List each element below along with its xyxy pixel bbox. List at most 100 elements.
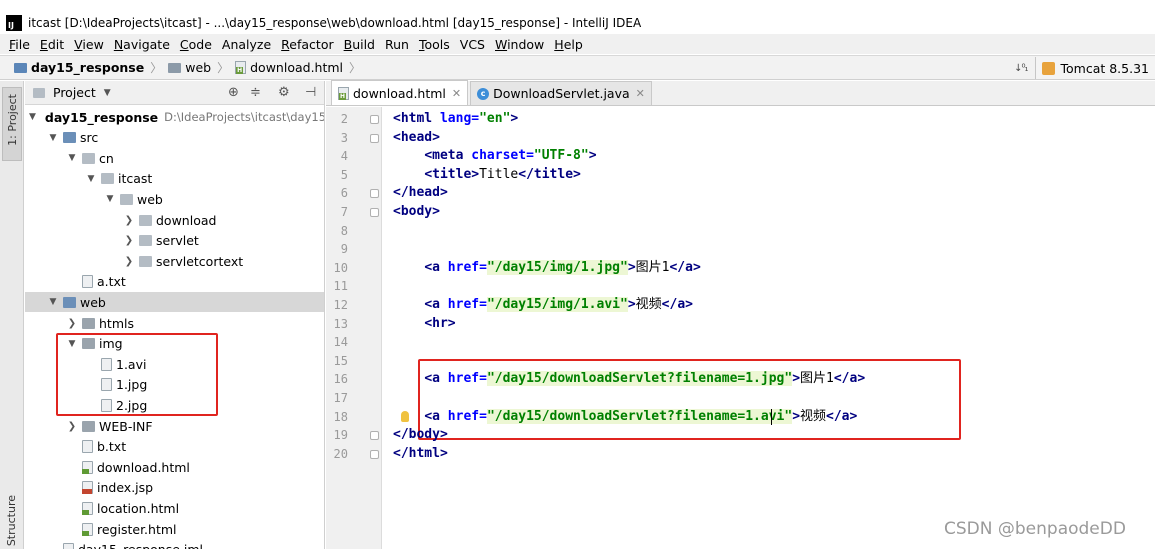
- html-icon: [82, 501, 93, 515]
- tree-item[interactable]: ❯ servletcortext: [25, 251, 324, 271]
- tree-item[interactable]: ❯ htmls: [25, 313, 324, 333]
- file-icon: [82, 275, 93, 289]
- html-file-icon: [338, 86, 349, 100]
- tree-item[interactable]: ▼ src: [25, 128, 324, 148]
- editor-tab-label: download.html: [353, 85, 446, 101]
- tree-item-label: download.html: [97, 459, 190, 475]
- menu-tools[interactable]: Tools: [414, 37, 455, 52]
- fold-marker-icon[interactable]: [370, 189, 379, 199]
- tree-item-label: day15_response: [44, 109, 159, 125]
- tree-item-label: day15_response.iml: [78, 542, 203, 549]
- tree-item-label: cn: [99, 150, 114, 166]
- breadcrumb-web[interactable]: web: [168, 60, 211, 75]
- chevron-right-icon[interactable]: ❯: [124, 235, 134, 246]
- tree-item[interactable]: ▼ itcast: [25, 169, 324, 189]
- fold-marker-icon[interactable]: [370, 431, 379, 441]
- structure-tool-tab[interactable]: Structure: [2, 491, 22, 549]
- project-panel-header: Project ▼ ⊕ ≑ ⚙ ⊣: [25, 81, 324, 105]
- chevron-right-icon[interactable]: ❯: [67, 318, 77, 329]
- navigation-bar: day15_response 〉 web 〉 download.html 〉 ↓…: [0, 55, 1155, 80]
- tree-item[interactable]: ▼ web: [25, 189, 324, 209]
- menu-build[interactable]: Build: [339, 37, 380, 52]
- code-line: <body>: [393, 204, 440, 219]
- chevron-down-icon[interactable]: ▼: [48, 133, 58, 143]
- src-icon: [63, 132, 76, 144]
- code-line: <html lang="en">: [393, 111, 519, 126]
- jsp-icon: [82, 481, 93, 495]
- run-config-label: Tomcat 8.5.31: [1060, 60, 1149, 76]
- tree-item[interactable]: b.txt: [25, 437, 324, 457]
- menu-run[interactable]: Run: [380, 37, 414, 52]
- line-number: 13: [333, 316, 348, 331]
- tree-item[interactable]: ❯ servlet: [25, 231, 324, 251]
- fold-marker-icon[interactable]: [370, 133, 379, 143]
- close-icon[interactable]: ✕: [452, 87, 461, 100]
- tree-item-label: WEB-INF: [99, 418, 153, 434]
- java-class-icon: c: [477, 87, 490, 100]
- sort-icon[interactable]: ↓⁰₁: [1014, 63, 1028, 74]
- chevron-down-icon[interactable]: ▼: [86, 174, 96, 184]
- chevron-right-icon[interactable]: ❯: [124, 215, 134, 226]
- tree-item[interactable]: index.jsp: [25, 478, 324, 498]
- intention-bulb-icon[interactable]: [401, 410, 409, 422]
- line-number: 3: [340, 130, 348, 145]
- line-number: 12: [333, 298, 348, 312]
- menu-navigate[interactable]: Navigate: [109, 37, 175, 52]
- tree-item[interactable]: day15_response.iml: [25, 540, 324, 549]
- tree-item[interactable]: location.html: [25, 498, 324, 518]
- file-icon: [82, 440, 93, 454]
- run-config-selector[interactable]: Tomcat 8.5.31: [1035, 57, 1155, 79]
- chevron-right-icon[interactable]: ❯: [67, 421, 77, 432]
- menu-window[interactable]: Window: [490, 37, 549, 52]
- code-editor[interactable]: <html lang="en"> <head> <meta charset="UT…: [383, 107, 1155, 549]
- tree-item[interactable]: ▼ day15_response D:\IdeaProjects\itcast\da…: [25, 107, 324, 127]
- menu-code[interactable]: Code: [175, 37, 217, 52]
- pkg-icon: [139, 214, 152, 226]
- breadcrumb-file[interactable]: download.html: [235, 60, 343, 75]
- line-number: 20: [333, 446, 348, 461]
- editor-tab[interactable]: download.html ✕: [331, 80, 469, 105]
- chevron-down-icon[interactable]: ▼: [104, 88, 111, 98]
- chevron-down-icon[interactable]: ▼: [105, 194, 115, 204]
- folder-icon: [82, 420, 95, 432]
- left-tool-strip: 1: Project Structure: [0, 81, 24, 549]
- window-title: itcast [D:\IdeaProjects\itcast] - ...\da…: [28, 16, 642, 30]
- tree-item-label: src: [80, 130, 99, 146]
- chevron-right-icon: 〉: [150, 61, 163, 75]
- tree-item[interactable]: register.html: [25, 519, 324, 539]
- fold-marker-icon[interactable]: [370, 208, 379, 217]
- locate-target-icon[interactable]: ⊕: [228, 85, 239, 100]
- chevron-down-icon[interactable]: ▼: [48, 297, 58, 307]
- chevron-right-icon[interactable]: ❯: [124, 256, 134, 267]
- tree-item[interactable]: a.txt: [25, 272, 324, 292]
- project-view-selector[interactable]: Project: [53, 85, 96, 100]
- menu-file[interactable]: File: [4, 37, 35, 52]
- tree-item-label: htmls: [99, 315, 134, 331]
- chevron-down-icon[interactable]: ▼: [29, 112, 36, 122]
- gear-icon[interactable]: ⚙: [278, 85, 290, 100]
- menu-help[interactable]: Help: [549, 37, 588, 52]
- menu-view[interactable]: View: [69, 37, 109, 52]
- watermark: CSDN @benpaodeDD: [944, 519, 1126, 539]
- collapse-all-icon[interactable]: ≑: [250, 85, 261, 100]
- fold-marker-icon[interactable]: [370, 115, 379, 124]
- chevron-right-icon: 〉: [349, 61, 362, 75]
- tree-item[interactable]: ▼ cn: [25, 148, 324, 168]
- chevron-down-icon[interactable]: ▼: [67, 153, 77, 163]
- tree-item[interactable]: ❯ WEB-INF: [25, 416, 324, 436]
- breadcrumb-project[interactable]: day15_response: [14, 60, 144, 75]
- menu-refactor[interactable]: Refactor: [276, 37, 338, 52]
- hide-panel-icon[interactable]: ⊣: [305, 85, 316, 100]
- fold-marker-icon[interactable]: [370, 449, 379, 459]
- tree-item[interactable]: ❯ download: [25, 210, 324, 230]
- menu-analyze[interactable]: Analyze: [217, 37, 276, 52]
- code-line: <a href="/day15/img/1.jpg">图片1</a>: [424, 259, 701, 275]
- menu-edit[interactable]: Edit: [35, 37, 69, 52]
- project-tool-tab[interactable]: 1: Project: [2, 87, 22, 161]
- tree-item[interactable]: ▼ web: [25, 292, 324, 313]
- tree-item[interactable]: download.html: [25, 457, 324, 477]
- editor-tab[interactable]: c DownloadServlet.java ✕: [470, 81, 652, 105]
- web-icon: [63, 296, 76, 308]
- close-icon[interactable]: ✕: [636, 87, 645, 100]
- menu-vcs[interactable]: VCS: [455, 37, 490, 52]
